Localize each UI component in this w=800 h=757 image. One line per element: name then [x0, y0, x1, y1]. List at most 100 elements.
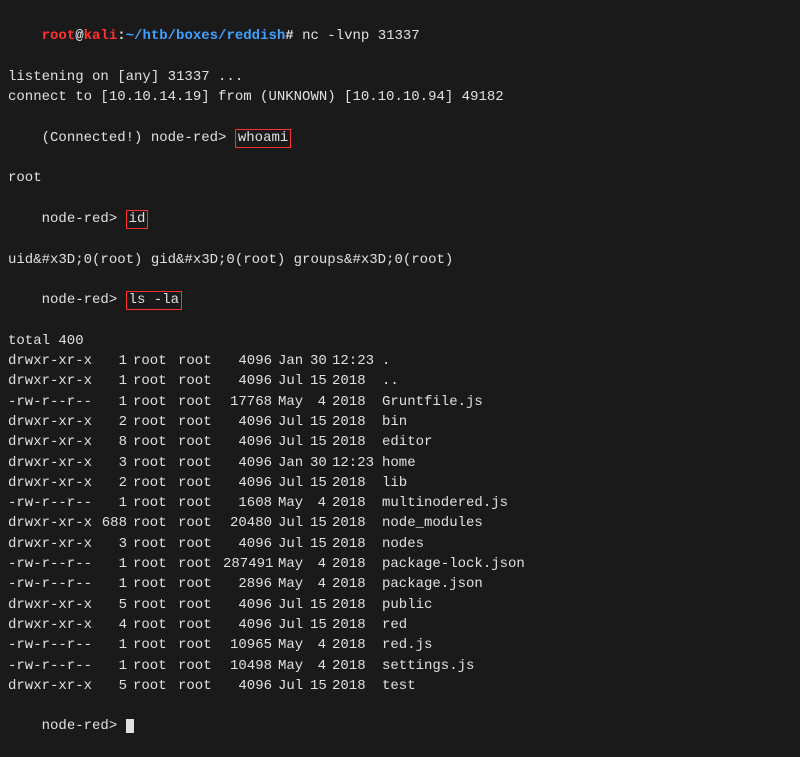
ls-row: drwxr-xr-x2rootroot4096Jul152018lib	[8, 473, 792, 493]
ls-owner: root	[133, 635, 178, 655]
ls-filename: Gruntfile.js	[382, 392, 792, 412]
ls-perms: -rw-r--r--	[8, 574, 98, 594]
ls-row: -rw-r--r--1rootroot2896May42018package.j…	[8, 574, 792, 594]
ls-row: drwxr-xr-x1rootroot4096Jul152018..	[8, 371, 792, 391]
highlight-whoami: whoami	[235, 129, 291, 148]
ls-owner: root	[133, 676, 178, 696]
ls-owner: root	[133, 351, 178, 371]
ls-month: May	[278, 574, 310, 594]
ls-month: May	[278, 493, 310, 513]
highlight-ls: ls -la	[126, 291, 182, 310]
ls-owner: root	[133, 534, 178, 554]
ls-owner: root	[133, 392, 178, 412]
ls-links: 1	[98, 635, 133, 655]
ls-row: -rw-r--r--1rootroot10498May42018settings…	[8, 656, 792, 676]
ls-day: 15	[310, 412, 332, 432]
ls-owner: root	[133, 493, 178, 513]
prompt-user: root	[42, 28, 76, 44]
ls-filename: node_modules	[382, 513, 792, 533]
ls-row: drwxr-xr-x1rootroot4096Jan3012:23.	[8, 351, 792, 371]
ls-filename: package.json	[382, 574, 792, 594]
ls-owner: root	[133, 513, 178, 533]
shell-line-ls: node-red> ls -la	[8, 270, 792, 331]
ls-day: 15	[310, 513, 332, 533]
ls-day: 4	[310, 656, 332, 676]
ls-perms: drwxr-xr-x	[8, 371, 98, 391]
ls-filename: ..	[382, 371, 792, 391]
ls-links: 1	[98, 371, 133, 391]
ls-perms: -rw-r--r--	[8, 656, 98, 676]
shell-line-cursor: node-red>	[8, 696, 792, 757]
ls-day: 15	[310, 534, 332, 554]
ls-month: Jan	[278, 351, 310, 371]
prompt-at: @	[75, 28, 83, 44]
ls-links: 3	[98, 534, 133, 554]
ls-group: root	[178, 574, 223, 594]
ls-links: 688	[98, 513, 133, 533]
terminal[interactable]: root@kali:~/htb/boxes/reddish# nc -lvnp …	[8, 6, 792, 757]
shell-prompt: node-red>	[42, 211, 118, 227]
ls-size: 4096	[223, 371, 278, 391]
shell-line-whoami: (Connected!) node-red> whoami	[8, 107, 792, 168]
ls-group: root	[178, 351, 223, 371]
ls-links: 1	[98, 554, 133, 574]
ls-group: root	[178, 371, 223, 391]
ls-links: 8	[98, 432, 133, 452]
ls-month: Jul	[278, 473, 310, 493]
ls-group: root	[178, 656, 223, 676]
ls-filename: red.js	[382, 635, 792, 655]
ls-links: 1	[98, 392, 133, 412]
prompt-hash: #	[285, 28, 293, 44]
ls-links: 1	[98, 574, 133, 594]
ls-group: root	[178, 534, 223, 554]
ls-filename: red	[382, 615, 792, 635]
ls-row: -rw-r--r--1rootroot10965May42018red.js	[8, 635, 792, 655]
ls-group: root	[178, 595, 223, 615]
ls-month: May	[278, 635, 310, 655]
ls-owner: root	[133, 595, 178, 615]
ls-filename: lib	[382, 473, 792, 493]
ls-perms: drwxr-xr-x	[8, 595, 98, 615]
ls-row: drwxr-xr-x3rootroot4096Jan3012:23home	[8, 453, 792, 473]
output-ls-total: total 400	[8, 331, 792, 351]
ls-day: 15	[310, 595, 332, 615]
ls-group: root	[178, 615, 223, 635]
ls-filename: bin	[382, 412, 792, 432]
nc-output-line: connect to [10.10.14.19] from (UNKNOWN) …	[8, 87, 792, 107]
ls-links: 1	[98, 493, 133, 513]
ls-time: 2018	[332, 574, 382, 594]
ls-perms: -rw-r--r--	[8, 635, 98, 655]
shell-prompt: node-red>	[42, 718, 118, 734]
ls-row: -rw-r--r--1rootroot17768May42018Gruntfil…	[8, 392, 792, 412]
ls-group: root	[178, 412, 223, 432]
ls-size: 4096	[223, 432, 278, 452]
ls-size: 4096	[223, 615, 278, 635]
ls-filename: .	[382, 351, 792, 371]
nc-output: listening on [any] 31337 ...connect to […	[8, 67, 792, 108]
ls-perms: drwxr-xr-x	[8, 351, 98, 371]
ls-row: -rw-r--r--1rootroot1608May42018multinode…	[8, 493, 792, 513]
ls-size: 4096	[223, 453, 278, 473]
ls-group: root	[178, 676, 223, 696]
ls-owner: root	[133, 554, 178, 574]
output-id: uid&#x3D;0(root) gid&#x3D;0(root) groups…	[8, 250, 792, 270]
ls-time: 2018	[332, 493, 382, 513]
ls-day: 4	[310, 635, 332, 655]
ls-perms: drwxr-xr-x	[8, 615, 98, 635]
ls-time: 2018	[332, 615, 382, 635]
ls-filename: public	[382, 595, 792, 615]
prompt-colon: :	[117, 28, 125, 44]
ls-perms: drwxr-xr-x	[8, 453, 98, 473]
ls-size: 20480	[223, 513, 278, 533]
ls-time: 2018	[332, 473, 382, 493]
ls-time: 12:23	[332, 351, 382, 371]
ls-size: 4096	[223, 473, 278, 493]
ls-size: 4096	[223, 676, 278, 696]
cursor-block[interactable]	[126, 719, 134, 733]
ls-links: 4	[98, 615, 133, 635]
ls-month: Jul	[278, 615, 310, 635]
ls-day: 4	[310, 493, 332, 513]
ls-size: 10498	[223, 656, 278, 676]
shell-connected-prompt: (Connected!) node-red>	[42, 130, 227, 146]
ls-month: Jul	[278, 432, 310, 452]
